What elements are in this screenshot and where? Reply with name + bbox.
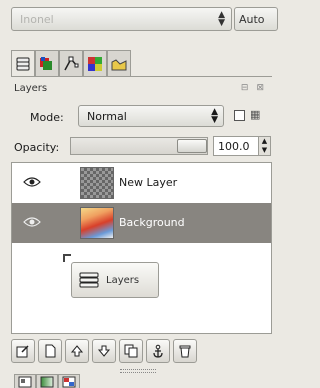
mode-select-value: Normal bbox=[87, 110, 127, 123]
gradient-tab[interactable] bbox=[36, 374, 58, 388]
duplicate-layer-button[interactable] bbox=[119, 339, 143, 363]
layer-name[interactable]: New Layer bbox=[119, 176, 177, 189]
lock-checkbox[interactable] bbox=[234, 110, 245, 121]
patterns-tab-icon bbox=[62, 376, 76, 388]
tool-options-tab-icon bbox=[18, 376, 32, 388]
layers-stack-icon bbox=[79, 272, 99, 288]
opacity-label: Opacity: bbox=[14, 141, 60, 154]
edit-layer-button[interactable] bbox=[11, 339, 35, 363]
spin-arrows-icon[interactable]: ▲ ▼ bbox=[259, 136, 271, 156]
drag-tooltip-label: Layers bbox=[106, 274, 140, 286]
new-layer-button[interactable] bbox=[38, 339, 62, 363]
panel-menu-icon[interactable]: ⊟ bbox=[241, 83, 249, 93]
patterns-tab[interactable] bbox=[58, 374, 80, 388]
updown-arrows-icon: ▲ ▼ bbox=[218, 10, 225, 28]
tool-options-tab[interactable] bbox=[14, 374, 36, 388]
layer-button-bar bbox=[11, 339, 197, 363]
colormap-tab-icon bbox=[88, 56, 102, 71]
dock-tab-strip bbox=[11, 50, 131, 77]
dock-divider bbox=[11, 76, 272, 77]
layer-name[interactable]: Background bbox=[119, 216, 185, 229]
layer-row-selected[interactable]: Background bbox=[12, 203, 271, 243]
histogram-tab[interactable] bbox=[107, 50, 131, 76]
image-select-value: Inonel bbox=[20, 13, 54, 26]
opacity-slider-handle[interactable] bbox=[177, 139, 207, 153]
channels-tab-icon bbox=[40, 56, 52, 70]
panel-title: Layers bbox=[14, 83, 48, 94]
image-select[interactable]: Inonel ▲ ▼ bbox=[11, 7, 232, 31]
raise-layer-icon bbox=[70, 345, 84, 357]
paths-tab-icon bbox=[64, 56, 79, 70]
layer-row[interactable]: New Layer bbox=[12, 163, 271, 203]
updown-arrows-icon: ▲ ▼ bbox=[211, 107, 218, 125]
layers-tab-icon bbox=[16, 57, 30, 71]
layer-thumbnail bbox=[80, 167, 114, 199]
eye-icon[interactable] bbox=[23, 216, 41, 228]
mode-label: Mode: bbox=[30, 111, 64, 124]
lower-layer-icon bbox=[97, 345, 111, 357]
edit-icon bbox=[16, 345, 29, 358]
raise-layer-button[interactable] bbox=[65, 339, 89, 363]
bottom-dock-tab-strip bbox=[14, 374, 80, 388]
gradient-tab-icon bbox=[40, 376, 54, 388]
anchor-layer-button[interactable] bbox=[146, 339, 170, 363]
drag-tooltip: Layers bbox=[71, 262, 159, 298]
duplicate-layer-icon bbox=[124, 344, 138, 358]
lower-layer-button[interactable] bbox=[92, 339, 116, 363]
eye-icon[interactable] bbox=[23, 176, 41, 188]
panel-header-controls: ⊟ ⊠ bbox=[241, 83, 264, 93]
auto-button[interactable]: Auto bbox=[234, 7, 278, 31]
drag-corner-marker bbox=[63, 254, 71, 262]
delete-layer-button[interactable] bbox=[173, 339, 197, 363]
anchor-icon bbox=[153, 344, 163, 358]
channels-tab[interactable] bbox=[35, 50, 59, 76]
opacity-spinbutton[interactable]: 100.0 bbox=[213, 136, 259, 156]
panel-close-icon[interactable]: ⊠ bbox=[256, 83, 264, 93]
layer-list[interactable]: New Layer Background bbox=[11, 162, 272, 334]
layer-thumbnail bbox=[80, 207, 114, 239]
delete-icon bbox=[179, 345, 191, 358]
paths-tab[interactable] bbox=[59, 50, 83, 76]
opacity-slider[interactable] bbox=[70, 137, 208, 155]
histogram-tab-icon bbox=[111, 58, 127, 70]
new-layer-icon bbox=[45, 344, 56, 358]
lock-alpha-icon: ▦ bbox=[250, 108, 261, 121]
layers-tab[interactable] bbox=[11, 50, 35, 77]
mode-select[interactable]: Normal ▲ ▼ bbox=[78, 105, 224, 127]
resize-grip[interactable] bbox=[120, 369, 156, 373]
colormap-tab[interactable] bbox=[83, 50, 107, 76]
